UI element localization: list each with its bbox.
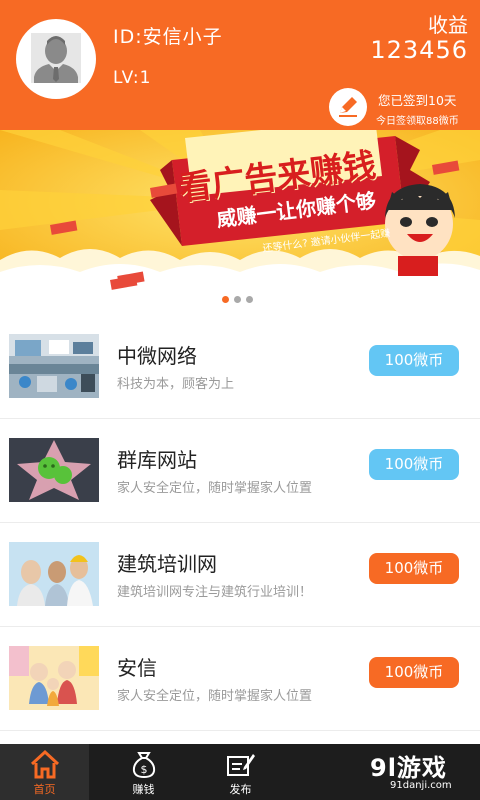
watermark-text: 9l游戏 [370,754,447,782]
banner-pagination[interactable] [222,296,253,303]
task-list: 中微网络 科技为本，顾客为上 100微币 群库网站 家人安全定位，随时掌握家人位… [0,315,480,731]
signin-reward: 今日签领取88微币 [376,116,459,127]
tab-home[interactable]: 首页 [0,744,89,800]
svg-text:$: $ [141,763,148,776]
item-title: 群库网站 [117,448,197,472]
item-title: 建筑培训网 [117,552,217,576]
income-value: 123456 [370,36,468,64]
pencil-icon [329,88,367,126]
reward-button[interactable]: 100微币 [369,449,459,480]
list-item[interactable]: 群库网站 家人安全定位，随时掌握家人位置 100微币 [0,419,480,523]
thumbnail-image [9,334,99,398]
thumbnail-image [9,646,99,710]
item-description: 科技为本，顾客为上 [117,377,235,392]
tab-label: 发布 [229,783,252,796]
item-description: 家人安全定位，随时掌握家人位置 [117,689,313,704]
item-title: 中微网络 [117,344,197,368]
item-description: 家人安全定位，随时掌握家人位置 [117,481,313,496]
tab-earn[interactable]: $ 赚钱 [99,744,188,800]
tab-label: 首页 [33,783,56,796]
pagination-dot[interactable] [234,296,241,303]
user-id: ID:安信小子 [113,26,223,48]
home-icon [30,749,60,779]
thumbnail-image [9,438,99,502]
publish-icon [227,754,255,776]
tab-label: 赚钱 [132,783,155,796]
reward-button[interactable]: 100微币 [369,345,459,376]
profile-header: ID:安信小子 LV:1 收益 123456 您已签到10天 今日签领取88微币 [0,0,480,130]
tab-publish[interactable]: 发布 [196,744,285,800]
watermark-url: 91danji.com [390,780,452,791]
signin-button[interactable]: 您已签到10天 今日签领取88微币 [329,86,480,130]
pagination-dot-active[interactable] [222,296,229,303]
signin-days: 您已签到10天 [378,93,457,108]
list-item[interactable]: 中微网络 科技为本，顾客为上 100微币 [0,315,480,419]
item-title: 安信 [117,656,157,680]
reward-button[interactable]: 100微币 [369,553,459,584]
thumbnail-image [9,542,99,606]
money-bag-icon: $ [132,752,156,779]
list-item[interactable]: 安信 家人安全定位，随时掌握家人位置 100微币 [0,627,480,731]
ad-banner[interactable]: 看广告来赚钱 威赚一让你赚个够 还等什么? 邀请小伙伴一起赚 [0,130,480,290]
pagination-dot[interactable] [246,296,253,303]
user-level: LV:1 [113,68,152,88]
avatar[interactable] [16,19,96,99]
item-description: 建筑培训网专注与建筑行业培训！ [117,585,313,600]
reward-button[interactable]: 100微币 [369,657,459,688]
user-avatar-icon [31,33,81,83]
income-label: 收益 [428,13,468,37]
list-item[interactable]: 建筑培训网 建筑培训网专注与建筑行业培训！ 100微币 [0,523,480,627]
